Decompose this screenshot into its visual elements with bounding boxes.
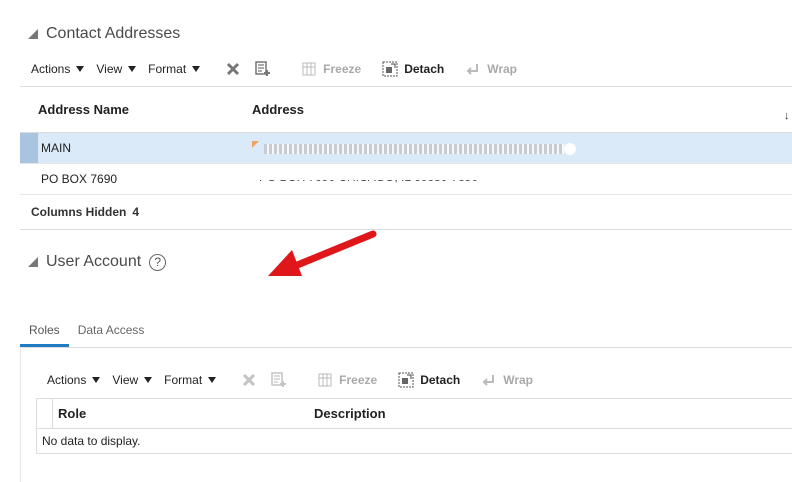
tab-roles[interactable]: Roles: [20, 323, 69, 347]
section-title: Contact Addresses: [46, 25, 181, 42]
section-title: User Account: [46, 253, 142, 270]
cell-address: [252, 141, 792, 155]
annotation-arrow-icon: [268, 230, 377, 276]
detach-button[interactable]: Detach: [381, 60, 444, 78]
delete-icon[interactable]: [240, 371, 258, 389]
user-account-tabs: Roles Data Access: [20, 318, 792, 348]
collapse-triangle-icon[interactable]: [28, 257, 38, 267]
caret-down-icon: [208, 377, 217, 383]
wrap-button[interactable]: Wrap: [480, 371, 533, 389]
caret-down-icon: [128, 66, 137, 72]
sort-indicator-icon[interactable]: ↓: [784, 110, 790, 122]
contact-addresses-header[interactable]: Contact Addresses: [28, 25, 180, 43]
freeze-icon: [316, 371, 334, 389]
flag-icon: [252, 141, 259, 148]
empty-table-message: No data to display.: [36, 429, 792, 454]
table-header: Address Name Address ↓: [20, 86, 792, 133]
contact-addresses-table: Address Name Address ↓ MAIN PO BOX 7690 …: [20, 86, 792, 230]
detach-button[interactable]: Detach: [397, 371, 460, 389]
freeze-button[interactable]: Freeze: [316, 371, 377, 389]
view-menu[interactable]: View: [96, 62, 137, 76]
view-menu[interactable]: View: [112, 373, 153, 387]
column-header-description[interactable]: Description: [314, 406, 792, 421]
columns-hidden-status: Columns Hidden 4: [20, 195, 792, 230]
actions-menu[interactable]: Actions: [47, 373, 101, 387]
detach-icon: [381, 60, 399, 78]
roles-toolbar: Actions View Format Freeze Detach Wrap: [47, 371, 543, 389]
user-account-header[interactable]: User Account ?: [28, 253, 167, 271]
wrap-button[interactable]: Wrap: [464, 60, 517, 78]
table-row[interactable]: PO BOX 7690 PO BOX 7690 CHICAGO, IL 6068…: [20, 163, 792, 195]
cell-address: PO BOX 7690 CHICAGO, IL 60680-7690: [252, 163, 792, 195]
cell-address-name: MAIN: [41, 141, 71, 155]
column-header-role[interactable]: Role: [53, 406, 314, 421]
freeze-button[interactable]: Freeze: [300, 60, 361, 78]
add-row-icon[interactable]: [254, 60, 272, 78]
delete-icon[interactable]: [224, 60, 242, 78]
format-menu[interactable]: Format: [148, 62, 201, 76]
wrap-icon: [464, 60, 482, 78]
tab-data-access[interactable]: Data Access: [69, 323, 154, 347]
cell-address-name: PO BOX 7690: [41, 172, 118, 186]
redacted-address: [264, 143, 565, 154]
column-header-address[interactable]: Address: [252, 102, 784, 117]
caret-down-icon: [192, 66, 201, 72]
freeze-icon: [300, 60, 318, 78]
roles-table: Role Description No data to display.: [36, 398, 792, 454]
format-menu[interactable]: Format: [164, 373, 217, 387]
wrap-icon: [480, 371, 498, 389]
collapse-triangle-icon[interactable]: [28, 29, 38, 39]
actions-menu[interactable]: Actions: [31, 62, 85, 76]
detach-icon: [397, 371, 415, 389]
caret-down-icon: [76, 66, 85, 72]
table-header: Role Description: [36, 398, 792, 429]
contact-addresses-toolbar: Actions View Format Freeze Detach Wrap: [31, 60, 527, 78]
column-header-address-name[interactable]: Address Name: [38, 102, 252, 117]
add-row-icon[interactable]: [270, 371, 288, 389]
caret-down-icon: [92, 377, 101, 383]
caret-down-icon: [144, 377, 153, 383]
table-row[interactable]: MAIN: [20, 133, 792, 164]
help-icon[interactable]: ?: [149, 253, 167, 271]
